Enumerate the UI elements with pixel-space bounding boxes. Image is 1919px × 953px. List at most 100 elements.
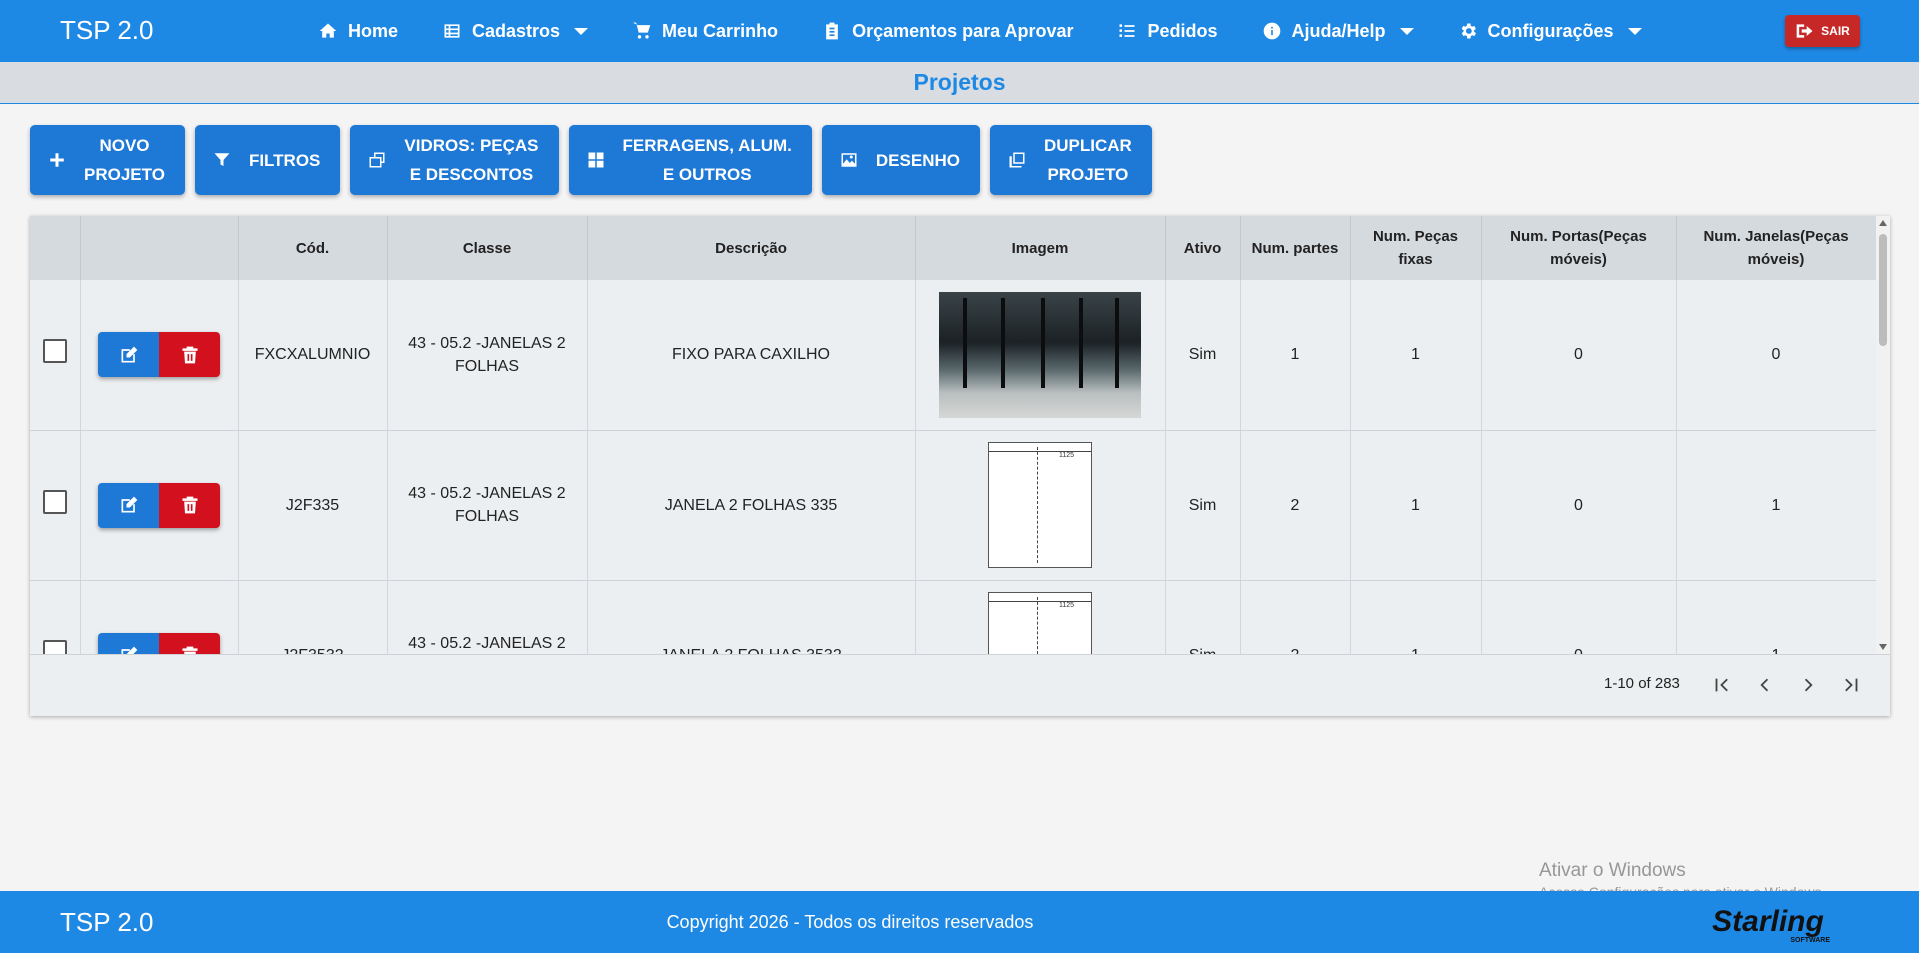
imagem-cell: 1125 xyxy=(915,430,1166,581)
descricao-cell: JANELA 2 FOLHAS 335 xyxy=(587,430,916,581)
info-icon xyxy=(1263,22,1280,40)
row-actions-cell xyxy=(80,430,239,581)
fixas-cell: 1 xyxy=(1350,580,1482,654)
drawing-button[interactable]: DESENHO xyxy=(821,125,980,195)
column-header-actions xyxy=(80,216,239,280)
column-header-classe[interactable]: Classe xyxy=(387,216,588,280)
delete-button[interactable] xyxy=(159,332,220,378)
portas-cell: 0 xyxy=(1481,280,1677,431)
button-label: DESENHO xyxy=(875,150,960,170)
column-header-imagem[interactable]: Imagem xyxy=(915,216,1166,280)
home-icon xyxy=(319,23,337,38)
button-label: FILTROS xyxy=(248,150,321,170)
partes-cell: 2 xyxy=(1240,580,1351,654)
caret-down-icon xyxy=(1399,27,1414,35)
nav-item-pedidos[interactable]: Pedidos xyxy=(1117,21,1218,42)
nav-item-configuracoes[interactable]: Configurações xyxy=(1458,21,1642,42)
button-label: FERRAGENS, ALUM. E OUTROS xyxy=(622,136,792,184)
last-page-button[interactable] xyxy=(1837,671,1865,699)
button-label: VIDROS: PEÇAS E DESCONTOS xyxy=(404,136,539,184)
page-title: Projetos xyxy=(913,69,1006,95)
glass-parts-button[interactable]: VIDROS: PEÇAS E DESCONTOS xyxy=(350,125,559,195)
column-header-cod[interactable]: Cód. xyxy=(238,216,388,280)
edit-button[interactable] xyxy=(98,482,159,528)
janelas-cell: 0 xyxy=(1676,280,1876,431)
column-header-num-partes[interactable]: Num. partes xyxy=(1240,216,1351,280)
column-header-ativo[interactable]: Ativo xyxy=(1165,216,1241,280)
fixas-cell: 1 xyxy=(1350,280,1482,431)
edit-button[interactable] xyxy=(98,632,159,654)
table-scrollbar[interactable] xyxy=(1876,216,1890,654)
brand-title[interactable]: TSP 2.0 xyxy=(60,15,153,46)
ativo-cell: Sim xyxy=(1165,430,1241,581)
column-header-num-pecas-fixas[interactable]: Num. Peças fixas xyxy=(1350,216,1482,280)
column-header-num-portas[interactable]: Num. Portas(Peças móveis) xyxy=(1481,216,1677,280)
hardware-button[interactable]: FERRAGENS, ALUM. E OUTROS xyxy=(568,125,812,195)
project-photo xyxy=(939,291,1141,418)
classe-cell: 43 - 05.2 -JANELAS 2 FOLHAS xyxy=(387,430,588,581)
new-project-button[interactable]: NOVO PROJETO xyxy=(30,125,185,195)
page-title-bar: Projetos xyxy=(0,62,1919,104)
action-toolbar: NOVO PROJETO FILTROS VIDROS: PEÇAS E DESCO… xyxy=(30,125,1162,195)
trash-icon xyxy=(182,646,197,654)
partes-cell: 2 xyxy=(1240,430,1351,581)
copy-icon xyxy=(369,152,385,168)
edit-button[interactable] xyxy=(98,332,159,378)
top-navbar: TSP 2.0 Home Cadastros Meu Carrinho Orça… xyxy=(0,0,1919,62)
row-checkbox[interactable] xyxy=(42,489,67,514)
duplicate-project-button[interactable]: DUPLICAR PROJETO xyxy=(989,125,1152,195)
nav-item-orcamentos[interactable]: Orçamentos para Aprovar xyxy=(822,21,1073,42)
select-cell xyxy=(30,430,81,581)
nav-item-meu-carrinho[interactable]: Meu Carrinho xyxy=(632,21,778,42)
select-cell xyxy=(30,580,81,654)
duplicate-icon xyxy=(1009,152,1025,168)
prev-page-button[interactable] xyxy=(1751,671,1779,699)
column-header-num-janelas[interactable]: Num. Janelas(Peças móveis) xyxy=(1676,216,1876,280)
classe-cell: 43 - 05.2 -JANELAS 2 FOLHAS xyxy=(387,280,588,431)
plus-icon xyxy=(50,153,64,167)
next-page-button[interactable] xyxy=(1794,671,1822,699)
trash-icon xyxy=(182,496,197,514)
clipboard-icon xyxy=(826,22,838,40)
delete-button[interactable] xyxy=(159,482,220,528)
starling-logo: Starling SOFTWARE xyxy=(1712,905,1830,944)
svg-text:SOFTWARE: SOFTWARE xyxy=(1790,937,1830,944)
image-icon xyxy=(841,153,857,167)
drawing-dimension: 1125 xyxy=(1059,602,1075,609)
nav-item-home[interactable]: Home xyxy=(318,21,398,42)
table-scroll-area[interactable]: Cód. Classe Descrição Imagem Ativo Num. … xyxy=(30,216,1876,654)
nav-item-ajuda[interactable]: Ajuda/Help xyxy=(1262,21,1414,42)
delete-button[interactable] xyxy=(159,632,220,654)
nav-item-label: Configurações xyxy=(1487,20,1614,41)
grid-icon xyxy=(588,152,604,168)
footer-copyright: Copyright 2026 - Todos os direitos reser… xyxy=(666,912,1034,932)
scrollbar-thumb[interactable] xyxy=(1879,234,1887,346)
cod-cell: FXCXALUMNIO xyxy=(238,280,388,431)
nav-menu: Home Cadastros Meu Carrinho Orçamentos p… xyxy=(318,0,1686,62)
portas-cell: 0 xyxy=(1481,580,1677,654)
imagem-cell xyxy=(915,280,1166,431)
nav-item-cadastros[interactable]: Cadastros xyxy=(442,20,589,42)
pagination-range: 1-10 of 283 xyxy=(1604,675,1680,692)
logout-button[interactable]: SAIR xyxy=(1785,15,1860,47)
select-cell xyxy=(30,280,81,431)
first-page-button[interactable] xyxy=(1708,671,1736,699)
cod-cell: J2F3532 xyxy=(238,580,388,654)
filters-button[interactable]: FILTROS xyxy=(194,125,341,195)
chevron-right-icon xyxy=(1804,678,1813,692)
nav-item-label: Cadastros xyxy=(472,20,561,41)
cod-cell: J2F335 xyxy=(238,430,388,581)
last-page-icon xyxy=(1845,678,1858,692)
row-actions-cell xyxy=(80,280,239,431)
ativo-cell: Sim xyxy=(1165,580,1241,654)
row-checkbox[interactable] xyxy=(42,339,67,364)
janelas-cell: 1 xyxy=(1676,580,1876,654)
scroll-down-arrow-icon[interactable] xyxy=(1879,644,1887,650)
table-header-row: Cód. Classe Descrição Imagem Ativo Num. … xyxy=(30,216,1876,280)
row-checkbox[interactable] xyxy=(42,639,67,654)
column-header-descricao[interactable]: Descrição xyxy=(587,216,916,280)
imagem-cell: 1125 xyxy=(915,580,1166,654)
descricao-cell: FIXO PARA CAXILHO xyxy=(587,280,916,431)
row-actions-cell xyxy=(80,580,239,654)
scroll-up-arrow-icon[interactable] xyxy=(1879,220,1887,226)
